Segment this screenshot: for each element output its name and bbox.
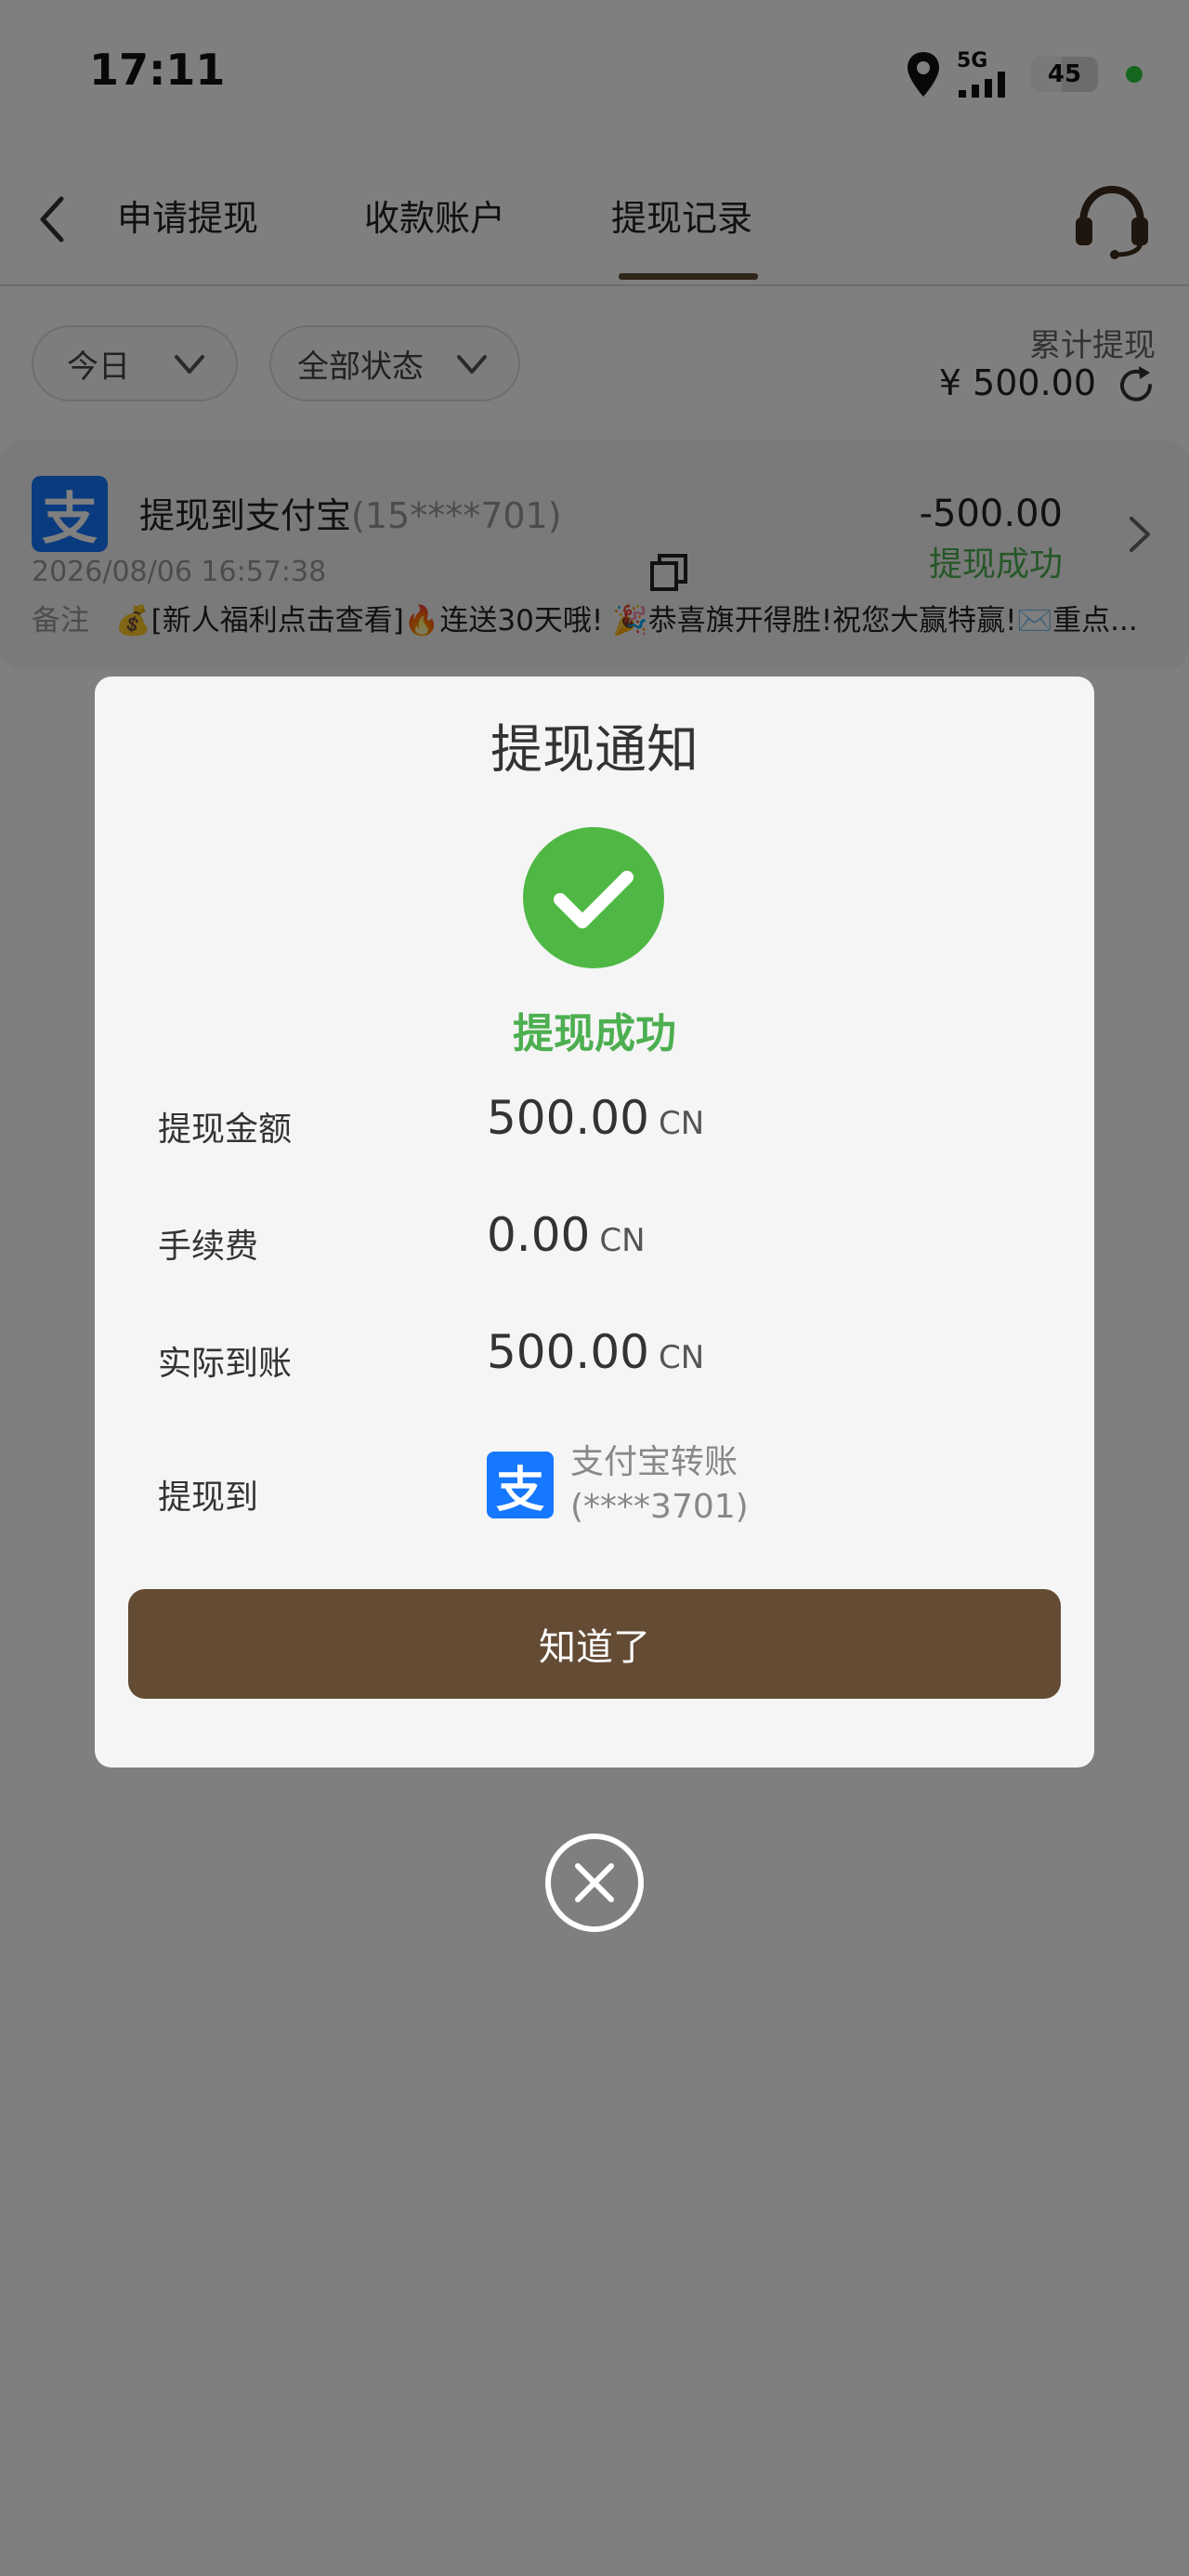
received-value: 500.00 CN (487, 1325, 704, 1379)
amount-unit: CN (658, 1105, 705, 1142)
close-icon[interactable] (544, 1833, 645, 1933)
received-unit: CN (658, 1339, 705, 1376)
destination-name: 支付宝转账 (570, 1443, 738, 1481)
received-label: 实际到账 (158, 1345, 293, 1383)
fee-value: 0.00 CN (487, 1208, 646, 1262)
destination-account: (****3701) (570, 1488, 749, 1526)
amount-value-number: 500.00 (487, 1091, 649, 1145)
destination-text: 支付宝转账 (****3701) (570, 1440, 749, 1530)
fee-label: 手续费 (158, 1228, 259, 1266)
alipay-logo-icon: 支 (487, 1452, 554, 1518)
fee-row: 手续费 0.00 CN (158, 1203, 1031, 1277)
success-check-icon (523, 827, 664, 968)
dialog-title: 提现通知 (490, 720, 699, 781)
dialog-status: 提现成功 (513, 1010, 676, 1058)
fee-value-number: 0.00 (487, 1208, 591, 1262)
amount-label: 提现金额 (158, 1111, 293, 1149)
confirm-button[interactable]: 知道了 (128, 1589, 1061, 1699)
withdraw-notice-dialog: 提现通知 提现成功 提现金额 500.00 CN 手续费 0.00 CN 实际到账 … (95, 677, 1094, 1768)
destination-row: 提现到 支 支付宝转账 (****3701) (158, 1443, 1031, 1526)
received-row: 实际到账 500.00 CN (158, 1320, 1031, 1394)
amount-row: 提现金额 500.00 CN (158, 1085, 1031, 1160)
amount-value: 500.00 CN (487, 1091, 704, 1145)
destination-label: 提现到 (158, 1479, 259, 1517)
fee-unit: CN (599, 1222, 646, 1259)
received-value-number: 500.00 (487, 1325, 649, 1379)
